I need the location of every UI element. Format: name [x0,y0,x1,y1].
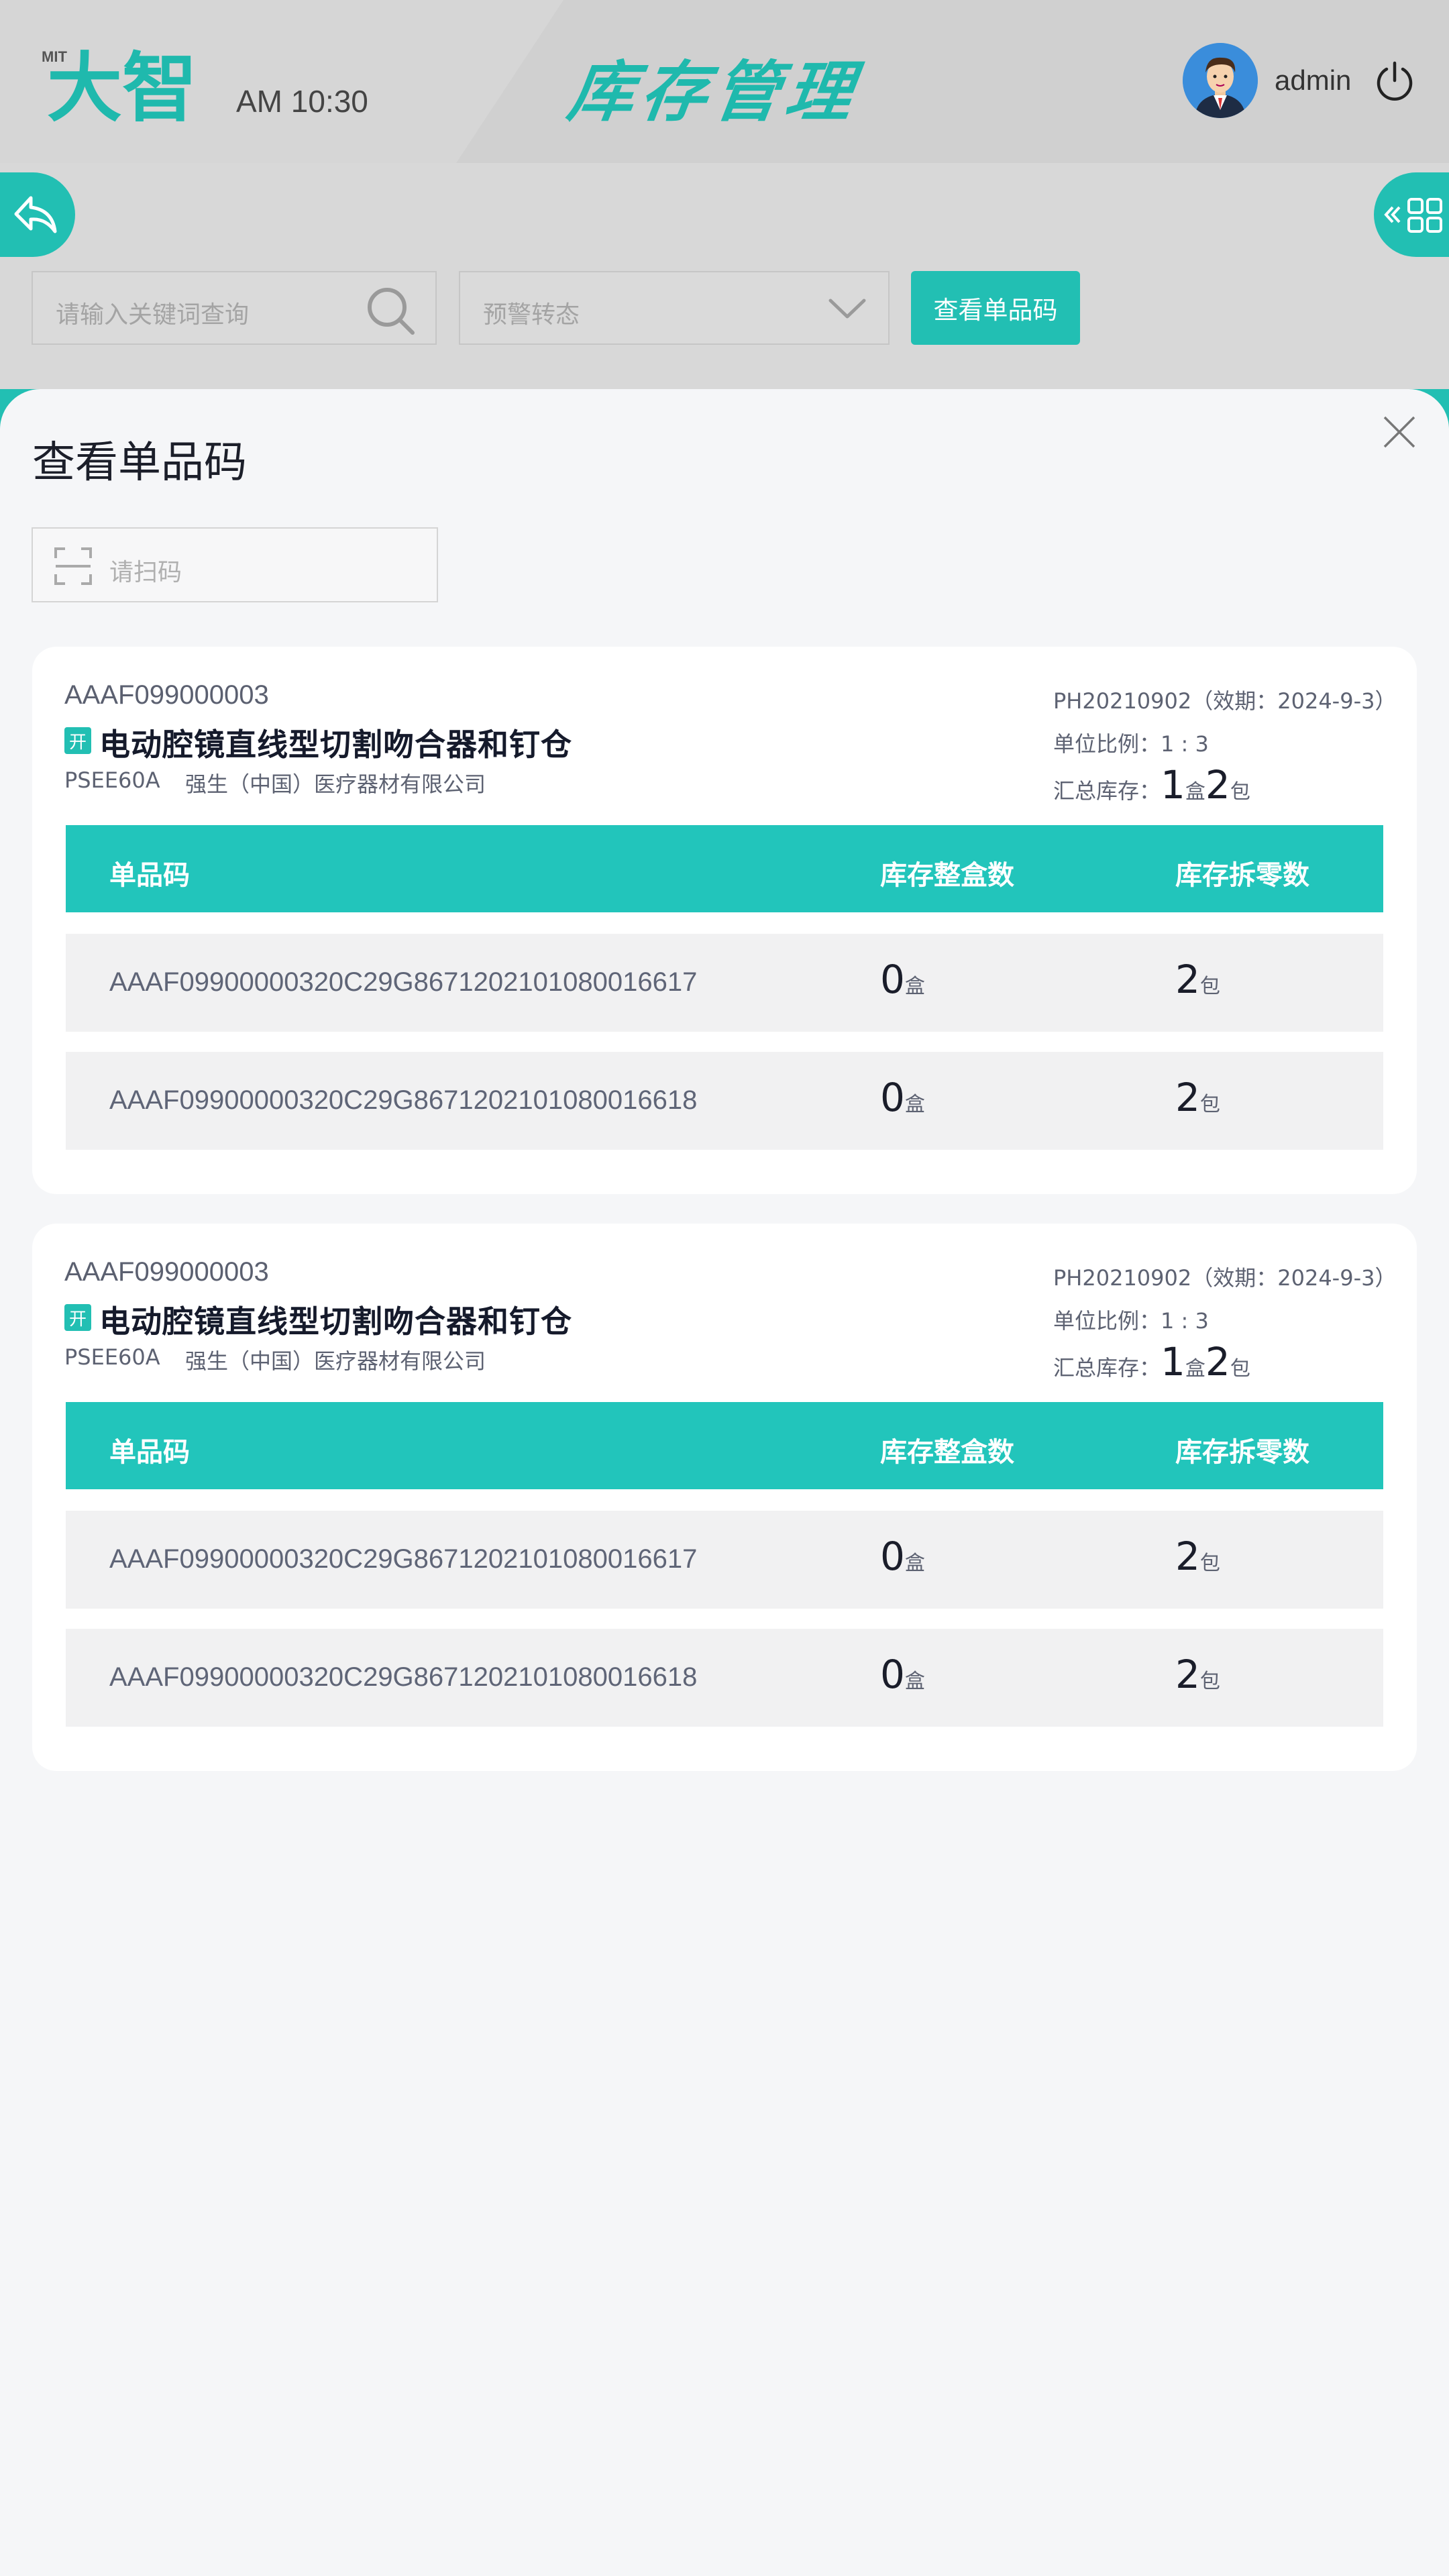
brand-logo: MIT 大智 [40,42,205,132]
total-boxes: 1 [1161,762,1185,808]
boxes-cell: 0盒 [880,957,925,1002]
sku-code-modal: 查看单品码 请扫码 AAAF099000003 开 电动腔镜直线型切割吻合器和钉… [0,389,1449,2576]
boxes-cell: 0盒 [880,1652,925,1697]
sku-code-cell: AAAF09900000320C29G8671202101080016618 [109,1085,698,1115]
unit-ratio: 单位比例：1 : 3 [1053,731,1209,757]
scan-icon [54,547,92,585]
sku-code-cell: AAAF09900000320C29G8671202101080016617 [109,1544,698,1574]
product-code: AAAF099000003 [64,1257,269,1287]
select-placeholder: 预警转态 [483,301,580,329]
clock-time: AM 10:30 [236,84,368,119]
batch-expiry: PH20210902（效期：2024-9-3） [1053,688,1397,714]
product-manufacturer: 强生（中国）医疗器材有限公司 [185,771,486,797]
table-header: 单品码 库存整盒数 库存拆零数 [66,825,1383,912]
packs-cell: 2包 [1175,1652,1220,1697]
open-tag-badge: 开 [64,1304,91,1331]
total-stock: 汇总库存：1盒2包 [1053,1339,1250,1385]
product-card: AAAF099000003 开 电动腔镜直线型切割吻合器和钉仓 PSEE60A … [32,647,1417,1194]
packs-cell: 2包 [1175,1075,1220,1120]
product-spec: PSEE60A [64,767,160,793]
unit-ratio: 单位比例：1 : 3 [1053,1308,1209,1334]
sku-code-cell: AAAF09900000320C29G8671202101080016617 [109,967,698,997]
sku-code-cell: AAAF09900000320C29G8671202101080016618 [109,1662,698,1692]
table-header: 单品码 库存整盒数 库存拆零数 [66,1402,1383,1489]
product-manufacturer: 强生（中国）医疗器材有限公司 [185,1348,486,1374]
column-header-packs: 库存拆零数 [1175,860,1309,891]
search-input[interactable]: 请输入关键词查询 [32,271,437,345]
product-name: 电动腔镜直线型切割吻合器和钉仓 [99,1303,572,1340]
packs-cell: 2包 [1175,1534,1220,1579]
packs-cell: 2包 [1175,957,1220,1002]
column-header-sku-code: 单品码 [109,860,190,891]
power-icon[interactable] [1374,60,1415,102]
page-title: 库存管理 [563,54,864,131]
back-arrow-icon [14,196,57,233]
total-packs: 2 [1205,762,1230,808]
total-stock-label: 汇总库存： [1053,1355,1161,1381]
warning-status-select[interactable]: 预警转态 [459,271,890,345]
product-card: AAAF099000003 开 电动腔镜直线型切割吻合器和钉仓 PSEE60A … [32,1224,1417,1771]
search-icon[interactable] [366,286,417,337]
modal-title: 查看单品码 [32,438,247,488]
total-stock-label: 汇总库存： [1053,778,1161,804]
column-header-boxes: 库存整盒数 [880,1437,1014,1468]
product-spec: PSEE60A [64,1344,160,1370]
table-row[interactable]: AAAF09900000320C29G8671202101080016618 0… [66,1629,1383,1727]
logo-icon: MIT 大智 [42,45,197,132]
user-name[interactable]: admin [1275,64,1351,97]
product-code: AAAF099000003 [64,680,269,710]
user-avatar[interactable] [1183,43,1258,118]
batch-expiry: PH20210902（效期：2024-9-3） [1053,1265,1397,1291]
column-header-packs: 库存拆零数 [1175,1437,1309,1468]
search-placeholder: 请输入关键词查询 [56,301,250,329]
column-header-sku-code: 单品码 [109,1437,190,1468]
table-row[interactable]: AAAF09900000320C29G8671202101080016617 0… [66,934,1383,1032]
chevron-down-icon [828,299,866,319]
column-header-boxes: 库存整盒数 [880,860,1014,891]
open-tag-badge: 开 [64,727,91,754]
boxes-cell: 0盒 [880,1534,925,1579]
boxes-cell: 0盒 [880,1075,925,1120]
box-unit: 盒 [1185,1357,1205,1381]
total-stock: 汇总库存：1盒2包 [1053,762,1250,808]
pack-unit: 包 [1230,780,1250,804]
scan-input[interactable]: 请扫码 [32,527,438,602]
avatar-icon [1183,43,1258,118]
grid-menu-icon [1384,198,1442,233]
table-row[interactable]: AAAF09900000320C29G8671202101080016617 0… [66,1511,1383,1609]
view-sku-code-button[interactable]: 查看单品码 [911,271,1080,345]
total-boxes: 1 [1161,1339,1185,1385]
scan-placeholder: 请扫码 [109,559,182,586]
pack-unit: 包 [1230,1357,1250,1381]
total-packs: 2 [1205,1339,1230,1385]
close-icon[interactable] [1381,413,1418,451]
product-name: 电动腔镜直线型切割吻合器和钉仓 [99,727,572,763]
box-unit: 盒 [1185,780,1205,804]
svg-text:大智: 大智 [47,45,197,122]
table-row[interactable]: AAAF09900000320C29G8671202101080016618 0… [66,1052,1383,1150]
